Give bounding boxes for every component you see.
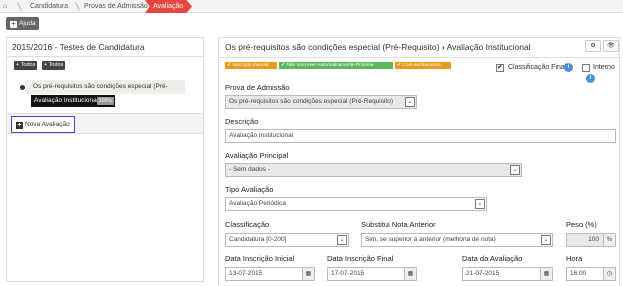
chevron-down-icon: ⌄ <box>475 199 485 209</box>
tree-footer: + Nova Avaliação <box>7 113 203 134</box>
peso-input[interactable]: 100 % <box>566 233 616 247</box>
substitui-select-value: Sim, se superior à anterior (melhoria de… <box>365 236 496 243</box>
clock-icon[interactable]: ◷ <box>603 268 615 280</box>
plus-icon: + <box>10 21 17 28</box>
descricao-label: Descrição <box>225 117 259 126</box>
evaluation-form-panel: Os pré-requisitos são condições especial… <box>218 37 620 286</box>
status-label-text: Inscrição manual <box>232 63 269 68</box>
breadcrumb-item-candidatura[interactable]: Candidatura <box>30 0 68 13</box>
principal-label: Avaliação Principal <box>225 151 289 160</box>
tree-panel: 2015/2016 - Testes de Candidatura + Todo… <box>6 37 204 282</box>
tipo-select[interactable]: Avaliação Periódica ⌄ <box>225 197 487 211</box>
tipo-label: Tipo Avaliação <box>225 185 274 194</box>
help-label: Ajuda <box>19 20 36 27</box>
title-parent: Os pré-requisitos são condições especial… <box>225 42 440 52</box>
weight-badge: 100% <box>97 97 114 105</box>
substitui-label: Substitui Nota Anterior <box>361 220 436 229</box>
classificacao-select-value: Candidatura [0-200] <box>229 236 287 243</box>
tipo-select-value: Avaliação Periódica <box>229 200 286 207</box>
data-inicial-input[interactable]: 13-07-2015 ▦ <box>225 267 315 281</box>
data-final-label: Data Inscrição Final <box>327 254 394 263</box>
collapse-all-button[interactable]: + Todos <box>42 61 66 70</box>
chevron-down-icon: ⌄ <box>510 165 520 175</box>
classificacao-label: Classificação <box>225 220 270 229</box>
new-evaluation-label: Nova Avaliação <box>25 121 70 128</box>
data-final-value: 17-07-2015 <box>331 270 365 277</box>
peso-value: 100 <box>588 236 599 243</box>
data-avaliacao-label: Data da Avaliação <box>462 254 523 263</box>
hora-label: Hora <box>566 254 583 263</box>
tree-panel-title: 2015/2016 - Testes de Candidatura <box>7 38 203 57</box>
peso-label: Peso (%) <box>566 220 597 229</box>
chevron-down-icon: ⌄ <box>337 235 347 245</box>
breadcrumb-separator <box>69 2 81 11</box>
substitui-select[interactable]: Sim, se superior à anterior (melhoria de… <box>361 233 553 247</box>
collapse-all-label: Todos <box>48 62 64 68</box>
tree-node-prerequisitos[interactable]: Os pré-requisitos são condições especial… <box>25 80 185 104</box>
breadcrumb-item-avaliacao: Avaliação <box>145 0 192 13</box>
eye-icon[interactable]: 👁 <box>603 40 619 52</box>
help-button[interactable]: + Ajuda <box>6 17 39 30</box>
status-label-manual: ✔ Inscrição manual <box>225 62 277 69</box>
calendar-icon[interactable]: ▦ <box>540 268 552 280</box>
new-evaluation-button[interactable]: + Nova Avaliação <box>11 116 75 133</box>
title-current: Avaliação Institucional <box>446 42 531 52</box>
calendar-icon[interactable]: ▦ <box>404 268 416 280</box>
title-separator: › <box>441 42 445 52</box>
breadcrumb-item-provas[interactable]: Provas de Admissão <box>84 0 148 13</box>
status-label-text: Não Inscrever Automaticamente Próxima Av… <box>281 63 374 75</box>
status-label-enrolamento: ✔ Com enrolamento <box>395 62 451 69</box>
percent-addon: % <box>603 234 615 246</box>
calendar-icon[interactable]: ▦ <box>302 268 314 280</box>
classificacao-final-label: Classificação Final <box>508 64 567 71</box>
chevron-down-icon: ⌄ <box>541 235 551 245</box>
expand-all-button[interactable]: + Todos <box>14 61 38 70</box>
classificacao-final-checkbox[interactable] <box>496 63 504 72</box>
status-label-auto: ✔ Não Inscrever Automaticamente Próxima … <box>279 62 393 75</box>
classificacao-select[interactable]: Candidatura [0-200] ⌄ <box>225 233 349 247</box>
plus-icon: + <box>16 122 23 129</box>
data-inicial-value: 13-07-2015 <box>229 270 263 277</box>
page-title: Os pré-requisitos são condições especial… <box>225 42 531 52</box>
info-icon[interactable]: i <box>586 74 595 83</box>
chevron-down-icon: ⌄ <box>405 97 415 107</box>
interno-checkbox[interactable] <box>582 64 590 72</box>
interno-label: Interno <box>593 64 615 71</box>
prova-label: Prova de Admissão <box>225 83 290 92</box>
data-avaliacao-value: 21-07-2015 <box>466 270 500 277</box>
prova-select[interactable]: Os pré-requisitos são condições especial… <box>225 95 417 109</box>
data-inicial-label: Data Inscrição Inicial <box>225 254 295 263</box>
settings-icon[interactable]: ⚙ <box>585 40 601 52</box>
breadcrumb-separator <box>11 2 23 11</box>
hora-input[interactable]: 16:00 ◷ <box>566 267 616 281</box>
data-avaliacao-input[interactable]: 21-07-2015 ▦ <box>462 267 553 281</box>
expand-all-label: Todos <box>20 62 36 68</box>
data-final-input[interactable]: 17-07-2015 ▦ <box>327 267 417 281</box>
hora-value: 16:00 <box>570 270 587 277</box>
breadcrumb: ⌂ Candidatura Provas de Admissão Avaliaç… <box>0 0 623 13</box>
info-icon[interactable]: i <box>564 63 573 72</box>
prova-select-value: Os pré-requisitos são condições especial… <box>229 98 394 105</box>
descricao-input[interactable]: Avaliação Institucional <box>225 129 616 143</box>
principal-select[interactable]: - Sem dados - ⌄ <box>225 163 522 177</box>
status-label-text: Com enrolamento <box>402 63 441 68</box>
principal-select-value: - Sem dados - <box>229 166 270 173</box>
